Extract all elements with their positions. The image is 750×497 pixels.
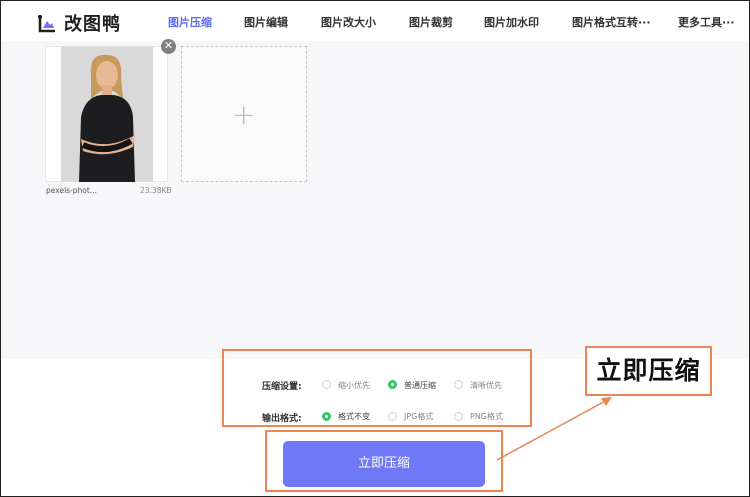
annotation-arrow <box>496 397 612 461</box>
annotation-callout-text: 立即压缩 <box>596 356 701 385</box>
